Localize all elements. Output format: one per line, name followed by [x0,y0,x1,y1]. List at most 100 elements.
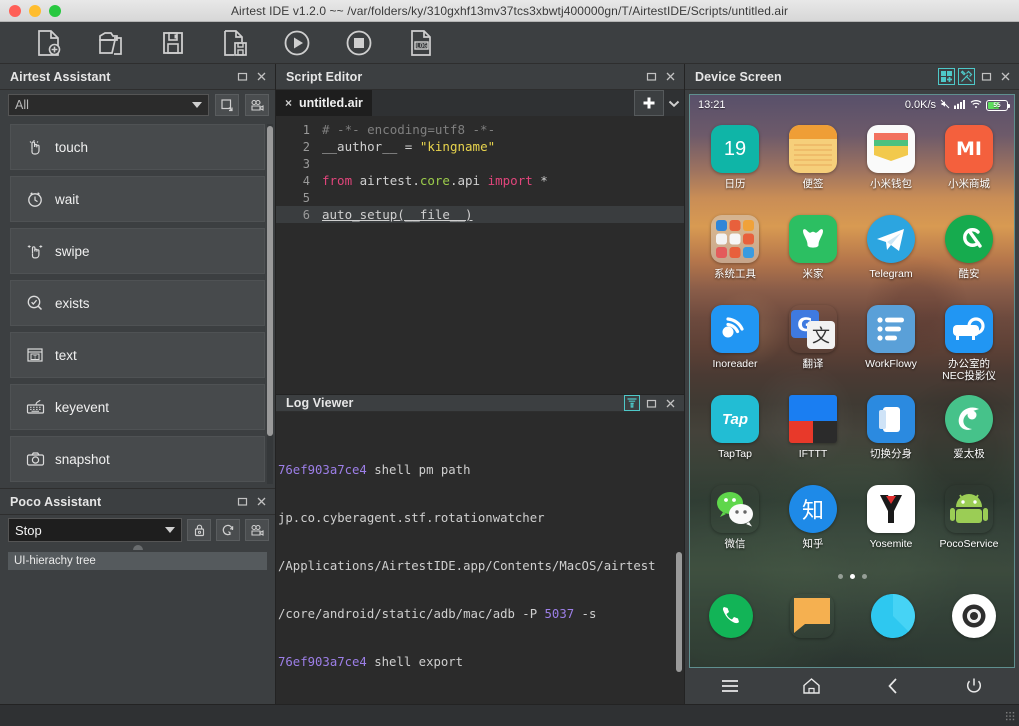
telegram-app-icon [867,215,915,263]
app-cell[interactable]: 爱太极 [930,389,1008,479]
camera-dock-icon[interactable] [951,594,996,638]
action-item-wait[interactable]: wait [10,176,265,222]
code-token: auto_setup(__file__) [322,207,473,222]
airtest-action-list[interactable]: touch wait swipe exists T text keyevent … [0,120,275,488]
close-panel-icon[interactable] [253,69,269,85]
device-screen-viewport: 13:21 0.0K/s 55 19 日历 便签 小米钱包 MI 小米商城 系统… [685,90,1019,704]
close-panel-icon[interactable] [662,69,678,85]
screenshot-capture-button[interactable] [215,94,239,116]
tools-icon[interactable] [958,68,975,85]
yosemite-grid-icon[interactable] [938,68,955,85]
device-dock [690,583,1014,649]
close-panel-icon[interactable] [662,395,678,411]
float-panel-icon[interactable] [978,69,994,85]
app-cell[interactable]: 酷安 [930,209,1008,299]
app-cell[interactable]: Telegram [852,209,930,299]
menu-nav-icon[interactable] [710,671,750,701]
power-nav-icon[interactable] [954,671,994,701]
app-cell[interactable]: 系统工具 [696,209,774,299]
record-button[interactable] [245,519,269,541]
app-cell[interactable]: WorkFlowy [852,299,930,389]
back-nav-icon[interactable] [873,671,913,701]
log-icon[interactable]: LOG [390,22,452,64]
app-cell[interactable]: 便签 [774,119,852,209]
window-titlebar: Airtest IDE v1.2.0 ~~ /var/folders/ky/31… [0,0,1019,22]
app-cell[interactable]: PocoService [930,479,1008,569]
close-tab-icon[interactable]: × [285,96,292,110]
close-window-button[interactable] [9,4,21,17]
phone-dock-icon[interactable] [708,594,753,638]
app-cell[interactable]: 19 日历 [696,119,774,209]
action-item-keyevent[interactable]: keyevent [10,384,265,430]
action-item-swipe[interactable]: swipe [10,228,265,274]
action-item-touch[interactable]: touch [10,124,265,170]
browser-dock-icon[interactable] [870,594,915,638]
panel-resize-handle[interactable] [0,545,275,550]
messages-dock-icon[interactable] [790,594,834,638]
app-cell[interactable]: MI 小米商城 [930,119,1008,209]
app-cell[interactable]: 办公室的 NEC投影仪 [930,299,1008,389]
app-label: 酷安 [958,268,980,280]
page-dot-active[interactable] [849,573,855,579]
android-device-screen[interactable]: 13:21 0.0K/s 55 19 日历 便签 小米钱包 MI 小米商城 系统… [689,94,1015,668]
float-panel-icon[interactable] [643,395,659,411]
record-button[interactable] [245,94,269,116]
app-cell[interactable]: Inoreader [696,299,774,389]
ui-hierarchy-tree[interactable]: UI-hierachy tree [8,552,267,698]
poco-mode-select[interactable]: Stop [8,518,182,542]
float-panel-icon[interactable] [234,494,250,510]
tree-root-item[interactable]: UI-hierachy tree [8,552,267,570]
float-panel-icon[interactable] [643,69,659,85]
code-editor[interactable]: 1 # -*- encoding=utf8 -*- 2 __author__ =… [276,116,684,394]
app-cell[interactable]: Yosemite [852,479,930,569]
close-panel-icon[interactable] [253,494,269,510]
poco-assistant-toolbar: Stop [0,515,275,545]
float-panel-icon[interactable] [234,69,250,85]
tab-list-dropdown[interactable] [664,90,684,116]
line-number: 6 [302,207,310,222]
action-item-text[interactable]: T text [10,332,265,378]
app-cell[interactable]: 微信 [696,479,774,569]
keyboard-icon [25,397,45,417]
refresh-inspect-button[interactable] [216,519,240,541]
lock-button[interactable] [187,519,211,541]
log-output[interactable]: 76ef903a7ce4 shell pm path jp.co.cyberag… [276,412,684,704]
minimize-window-button[interactable] [29,4,41,17]
resize-grip-icon[interactable] [1005,710,1015,721]
device-screen-header: Device Screen [685,64,1019,90]
log-scrollbar[interactable] [676,552,682,672]
app-cell[interactable]: 小米钱包 [852,119,930,209]
page-indicator [690,569,1014,583]
action-item-snapshot[interactable]: snapshot [10,436,265,482]
new-tab-button[interactable] [634,90,664,116]
app-cell[interactable]: IFTTT [774,389,852,479]
page-dot[interactable] [837,573,843,579]
save-icon[interactable] [142,22,204,64]
workflowy-app-icon [867,305,915,353]
action-item-exists[interactable]: exists [10,280,265,326]
airtest-list-scrollbar[interactable] [267,126,273,436]
app-cell[interactable]: Tap TapTap [696,389,774,479]
funnel-icon[interactable] [624,395,640,411]
switch-clone-icon [867,395,915,443]
log-token: shell pm path [366,463,471,477]
save-as-icon[interactable] [204,22,266,64]
app-cell[interactable]: 切换分身 [852,389,930,479]
page-dot[interactable] [861,573,867,579]
new-file-icon[interactable] [18,22,80,64]
maximize-window-button[interactable] [49,4,61,17]
status-time: 13:21 [698,99,726,111]
airtest-filter-select[interactable]: All [8,94,209,116]
open-folder-icon[interactable] [80,22,142,64]
tab-untitled-air[interactable]: × untitled.air [276,90,372,116]
stop-icon[interactable] [328,22,390,64]
run-icon[interactable] [266,22,328,64]
svg-text:T: T [32,355,37,361]
close-panel-icon[interactable] [997,69,1013,85]
app-cell[interactable]: 知 知乎 [774,479,852,569]
app-cell[interactable]: G文 翻译 [774,299,852,389]
log-line: /Applications/AirtestIDE.app/Contents/Ma… [278,558,678,574]
home-nav-icon[interactable] [791,671,831,701]
app-cell[interactable]: 米家 [774,209,852,299]
network-speed: 0.0K/s [904,99,936,111]
